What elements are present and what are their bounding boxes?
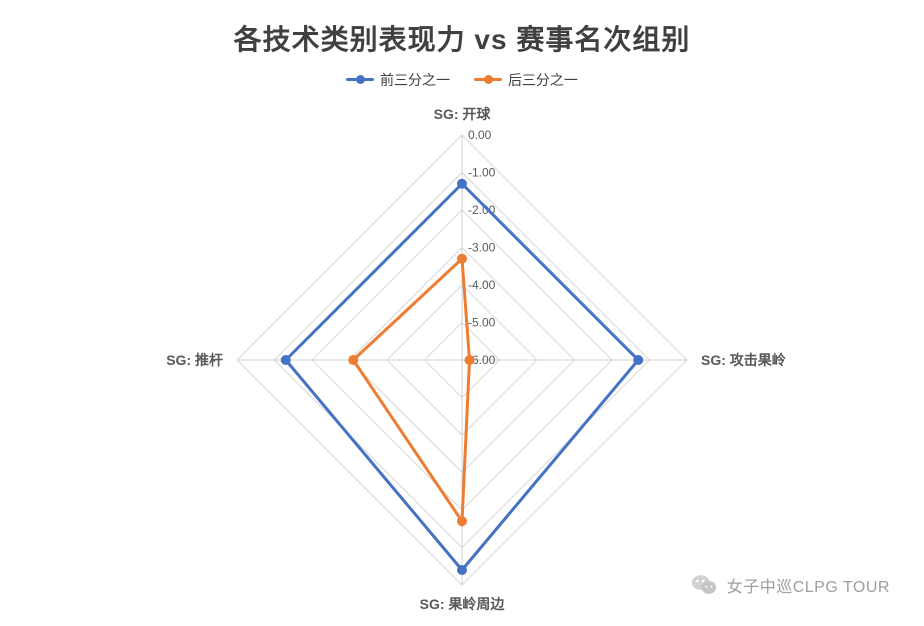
axis-label: SG: 推杆 (166, 352, 223, 368)
wechat-icon (691, 572, 717, 598)
watermark-text: 女子中巡CLPG TOUR (727, 573, 890, 597)
series-marker-2 (465, 355, 475, 365)
series-marker-2 (457, 516, 467, 526)
chart-container: 各技术类别表现力 vs 赛事名次组别 前三分之一 后三分之一 0.00-1.00… (0, 0, 924, 626)
series-marker-1 (457, 565, 467, 575)
series-marker-1 (633, 355, 643, 365)
series-marker-2 (457, 254, 467, 264)
tick-label: 0.00 (468, 128, 492, 142)
series-marker-1 (457, 179, 467, 189)
tick-label: -4.00 (468, 278, 496, 292)
axis-label: SG: 攻击果岭 (701, 352, 786, 368)
radar-plot: 0.00-1.00-2.00-3.00-4.00-5.00-6.00SG: 开球… (0, 0, 924, 626)
axis-label: SG: 果岭周边 (420, 596, 506, 612)
tick-label: -3.00 (468, 241, 496, 255)
axis-label: SG: 开球 (434, 106, 492, 122)
tick-label: -1.00 (468, 166, 496, 180)
watermark: 女子中巡CLPG TOUR (691, 572, 890, 598)
series-marker-2 (348, 355, 358, 365)
series-marker-1 (281, 355, 291, 365)
tick-label: -5.00 (468, 316, 496, 330)
